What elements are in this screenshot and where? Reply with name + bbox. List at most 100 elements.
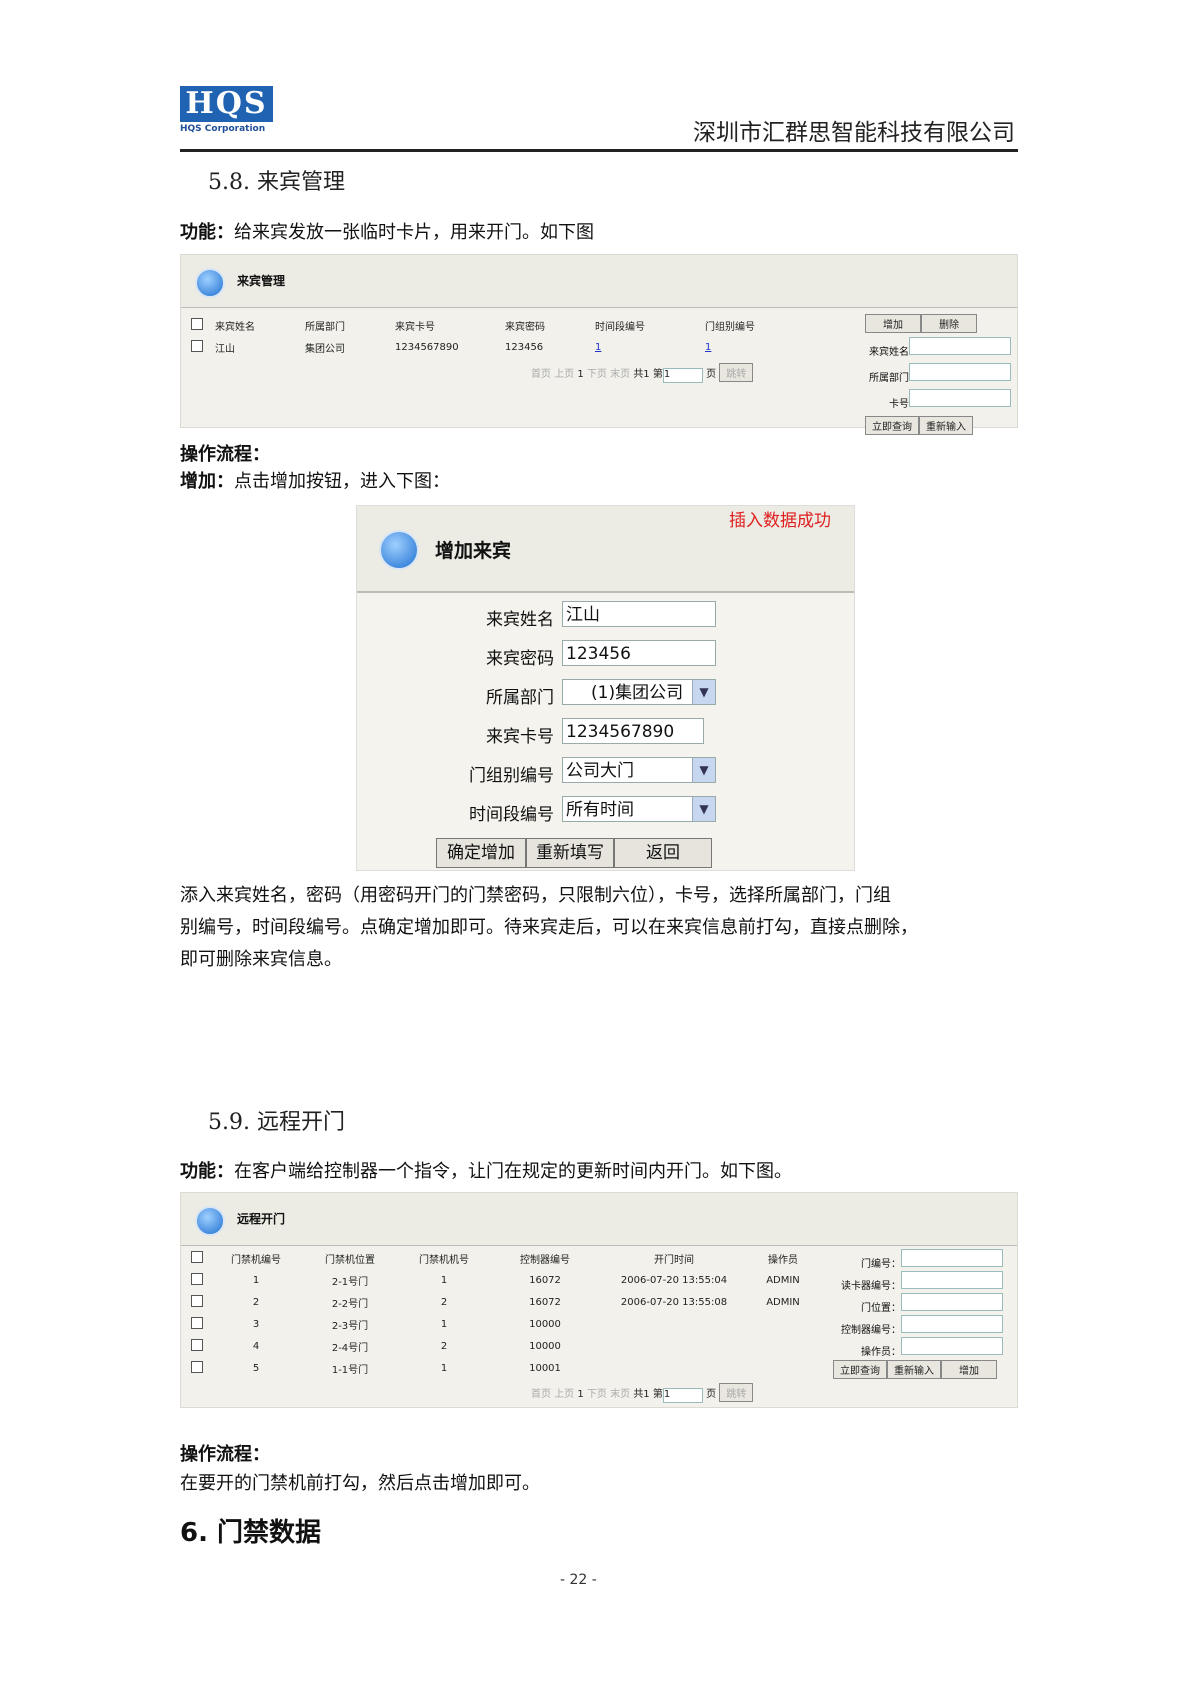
add-button[interactable]: 增加 bbox=[865, 314, 921, 333]
cell: 5 bbox=[252, 1362, 260, 1374]
cell: 2-2号门 bbox=[331, 1298, 369, 1310]
time-period-link[interactable]: 1 bbox=[595, 342, 601, 353]
department-input[interactable] bbox=[909, 363, 1011, 381]
pager-last[interactable]: 末页 bbox=[610, 1389, 630, 1400]
col-header: 操作员 bbox=[768, 1254, 798, 1266]
cell: 1-1号门 bbox=[331, 1364, 369, 1376]
logo-subtitle: HQS Corporation bbox=[180, 124, 266, 134]
row-checkbox[interactable] bbox=[191, 1360, 203, 1373]
form-row-name: 来宾姓名 江山 bbox=[357, 599, 854, 631]
door-position-input[interactable] bbox=[901, 1293, 1003, 1311]
field-label: 来宾密码 bbox=[486, 649, 554, 669]
cell bbox=[749, 1335, 817, 1357]
guest-card-field[interactable]: 1234567890 bbox=[562, 718, 704, 744]
cell: 2006-07-20 13:55:08 bbox=[620, 1296, 728, 1308]
pager-first[interactable]: 首页 bbox=[531, 1389, 551, 1400]
chevron-down-icon[interactable]: ▼ bbox=[692, 758, 715, 782]
side-label: 读卡器编号： bbox=[841, 1281, 901, 1292]
cell: ADMIN bbox=[766, 1274, 800, 1286]
desc-line: 即可删除来宾信息。 bbox=[180, 949, 342, 970]
reset-button[interactable]: 重新输入 bbox=[919, 416, 973, 435]
pager-total: 共1 bbox=[633, 1389, 650, 1400]
cell: ADMIN bbox=[766, 1296, 800, 1308]
select-all-checkbox[interactable] bbox=[191, 317, 203, 330]
chevron-down-icon[interactable]: ▼ bbox=[692, 797, 715, 821]
guest-management-panel: 来宾管理 来宾姓名 所属部门 来宾卡号 来宾密码 时间段编号 门组别编号 江山 … bbox=[180, 254, 1018, 435]
pager-go-suffix: 页 bbox=[706, 1389, 717, 1400]
col-header: 来宾姓名 bbox=[215, 321, 255, 333]
cell bbox=[599, 1335, 749, 1357]
controller-number-input[interactable] bbox=[901, 1315, 1003, 1333]
cell bbox=[599, 1357, 749, 1379]
form-row-time-period: 时间段编号 所有时间 ▼ bbox=[357, 794, 854, 826]
reset-form-button[interactable]: 重新填写 bbox=[526, 838, 614, 868]
form-row-card: 来宾卡号 1234567890 bbox=[357, 716, 854, 748]
chevron-down-icon[interactable]: ▼ bbox=[692, 680, 715, 704]
cell: 2-4号门 bbox=[331, 1342, 369, 1354]
row-checkbox[interactable] bbox=[191, 1272, 203, 1285]
confirm-add-button[interactable]: 确定增加 bbox=[436, 838, 526, 868]
table-row: 3 2-3号门 1 10000 bbox=[185, 1313, 817, 1335]
row-checkbox[interactable] bbox=[191, 1294, 203, 1307]
company-logo: HQS bbox=[180, 86, 273, 122]
back-button[interactable]: 返回 bbox=[614, 838, 712, 868]
query-button[interactable]: 立即查询 bbox=[833, 1360, 887, 1379]
pager-go-button[interactable]: 跳转 bbox=[719, 1383, 754, 1402]
delete-button[interactable]: 删除 bbox=[921, 314, 977, 333]
add-label: 增加： bbox=[180, 471, 234, 492]
cell: 集团公司 bbox=[305, 343, 345, 355]
door-number-input[interactable] bbox=[901, 1249, 1003, 1267]
col-header: 门禁机位置 bbox=[325, 1254, 375, 1266]
card-number-input[interactable] bbox=[909, 389, 1011, 407]
cell: 1 bbox=[252, 1274, 260, 1286]
row-checkbox[interactable] bbox=[191, 1338, 203, 1351]
panel-header: 来宾管理 bbox=[181, 255, 1017, 308]
pager-go-input[interactable]: 1 bbox=[662, 1388, 703, 1403]
globe-icon bbox=[195, 268, 225, 298]
col-header: 所属部门 bbox=[305, 321, 345, 333]
guest-name-field[interactable]: 江山 bbox=[562, 601, 716, 627]
row-checkbox[interactable] bbox=[191, 339, 203, 352]
side-label: 操作员： bbox=[861, 1347, 901, 1358]
reader-number-input[interactable] bbox=[901, 1271, 1003, 1289]
time-period-select[interactable]: 所有时间 ▼ bbox=[562, 796, 716, 822]
add-button[interactable]: 增加 bbox=[941, 1360, 997, 1379]
pager-go-input[interactable]: 1 bbox=[662, 368, 703, 383]
remote-table: 门禁机编号 门禁机位置 门禁机机号 控制器编号 开门时间 操作员 1 2-1号门… bbox=[185, 1247, 817, 1379]
pager-go-suffix: 页 bbox=[706, 369, 717, 380]
cell: 10000 bbox=[529, 1340, 561, 1352]
section-5-8-title: 5.8. 来宾管理 bbox=[208, 170, 345, 195]
door-group-link[interactable]: 1 bbox=[705, 342, 711, 353]
panel-header: 远程开门 bbox=[181, 1193, 1017, 1246]
department-select[interactable]: (1)集团公司 ▼ bbox=[562, 679, 716, 705]
operator-input[interactable] bbox=[901, 1337, 1003, 1355]
row-checkbox[interactable] bbox=[191, 1316, 203, 1329]
form-row-department: 所属部门 (1)集团公司 ▼ bbox=[357, 677, 854, 709]
pager-first[interactable]: 首页 bbox=[531, 369, 551, 380]
door-group-select[interactable]: 公司大门 ▼ bbox=[562, 757, 716, 783]
reset-button[interactable]: 重新输入 bbox=[887, 1360, 941, 1379]
pager-next[interactable]: 下页 bbox=[587, 1389, 607, 1400]
pager-go-button[interactable]: 跳转 bbox=[719, 363, 754, 382]
guest-password-field[interactable]: 123456 bbox=[562, 640, 716, 666]
pager-page: 1 bbox=[577, 369, 584, 380]
guest-name-input[interactable] bbox=[909, 337, 1011, 355]
cell: 16072 bbox=[529, 1274, 561, 1286]
pager-prev[interactable]: 上页 bbox=[554, 1389, 574, 1400]
cell: 2006-07-20 13:55:04 bbox=[620, 1274, 728, 1286]
pager-last[interactable]: 末页 bbox=[610, 369, 630, 380]
pager-next[interactable]: 下页 bbox=[587, 369, 607, 380]
side-label: 来宾姓名 bbox=[869, 347, 909, 358]
section-5-9-title: 5.9. 远程开门 bbox=[208, 1110, 345, 1135]
col-header: 门禁机机号 bbox=[419, 1254, 469, 1266]
pager-page: 1 bbox=[577, 1389, 584, 1400]
pager-prev[interactable]: 上页 bbox=[554, 369, 574, 380]
function-label: 功能： bbox=[180, 222, 234, 243]
add-text: 点击增加按钮，进入下图： bbox=[234, 471, 450, 492]
form-header: 增加来宾 插入数据成功 bbox=[357, 506, 854, 593]
query-button[interactable]: 立即查询 bbox=[865, 416, 919, 435]
select-all-checkbox[interactable] bbox=[191, 1250, 203, 1263]
table-row: 江山 集团公司 1234567890 123456 1 1 bbox=[185, 336, 789, 358]
globe-icon bbox=[195, 1206, 225, 1236]
col-header: 门禁机编号 bbox=[231, 1254, 281, 1266]
